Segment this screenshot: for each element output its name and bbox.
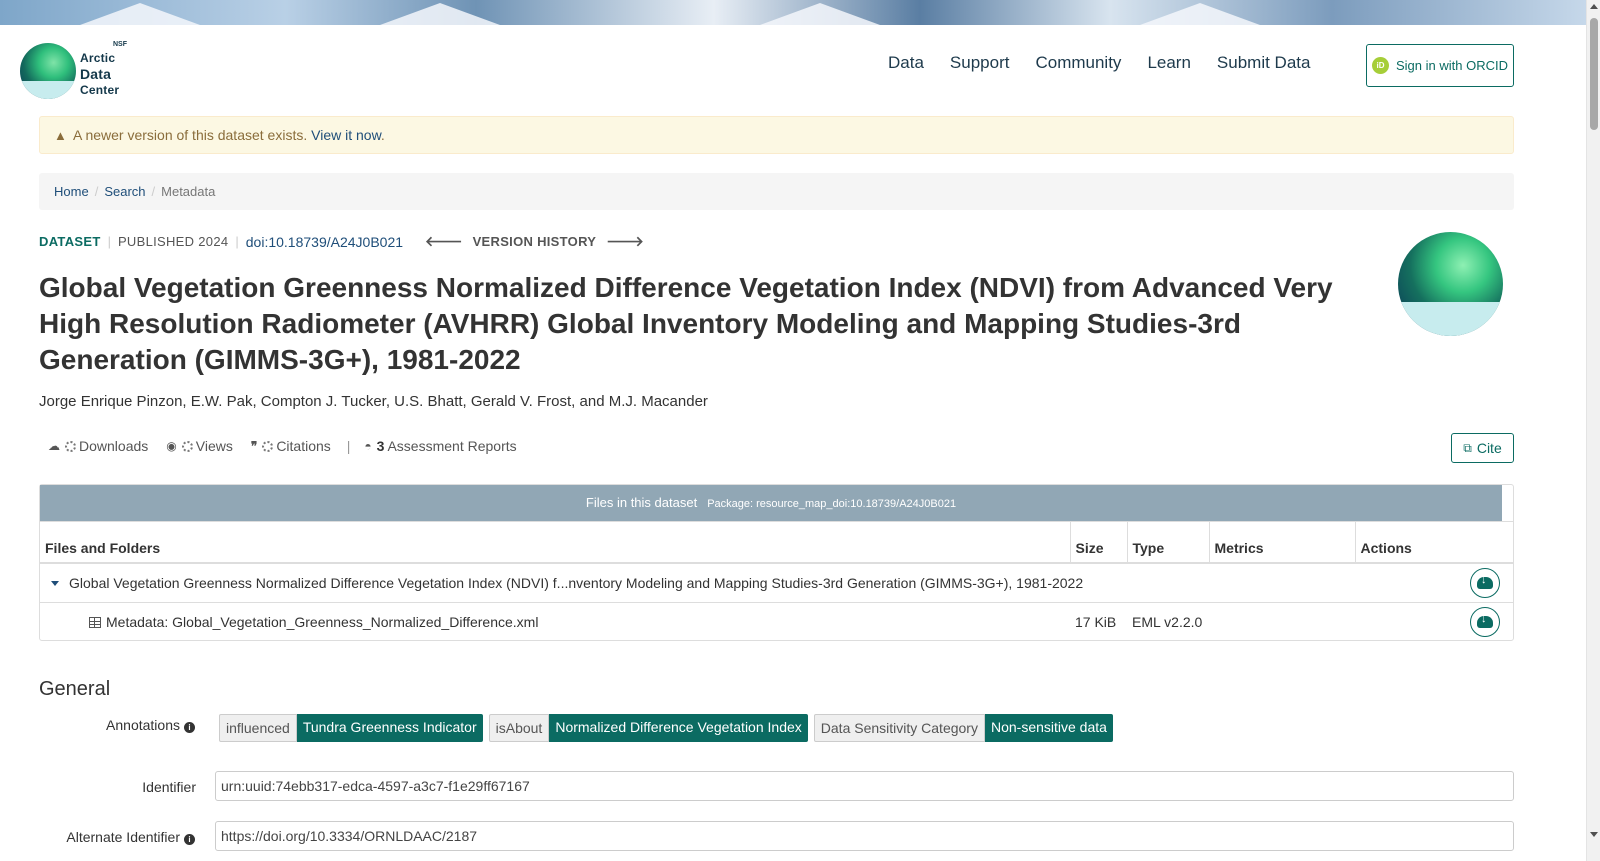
download-file-button[interactable] [1470,606,1500,637]
table-row[interactable]: Global Vegetation Greenness Normalized D… [40,562,1513,602]
nav-support[interactable]: Support [950,53,1010,73]
next-version-arrow-icon[interactable]: 🡒 [606,233,644,250]
assessment-reports-metric[interactable]: ◓ 3 Assessment Reports [364,438,516,454]
logo-emblem-icon [20,43,76,99]
site-header: NSF Arctic Data Center Data Support Comm… [0,25,1586,113]
doi-link[interactable]: doi:10.18739/A24J0B021 [246,234,403,250]
info-icon[interactable]: i [184,722,195,733]
file-size: 17 KiB [1070,601,1127,641]
header-banner-image [0,0,1586,25]
annotation-tag[interactable]: influenced Tundra Greenness Indicator [219,714,483,742]
nav-submit-data[interactable]: Submit Data [1217,53,1311,73]
column-header-type[interactable]: Type [1126,521,1209,564]
annotations-list: influenced Tundra Greenness Indicator is… [219,714,1113,742]
breadcrumb-current: Metadata [161,184,216,199]
breadcrumb-search[interactable]: Search [104,184,145,199]
identifier-field[interactable]: urn:uuid:74ebb317-edca-4597-a3c7-f1e29ff… [215,771,1514,801]
table-row[interactable]: Metadata: Global_Vegetation_Greenness_No… [40,601,1513,641]
column-header-size[interactable]: Size [1069,521,1127,564]
alert-text: A newer version of this dataset exists. [73,127,308,143]
published-label: PUBLISHED 2024 [117,234,229,249]
dataset-type-label: DATASET [39,234,101,249]
sign-in-label: Sign in with ORCID [1396,58,1508,73]
loading-spinner-icon [181,440,193,452]
files-table-panel: Files in this dataset Package: resource_m… [39,484,1514,641]
views-metric[interactable]: ◉ Views [166,438,233,454]
annotation-tag[interactable]: isAbout Normalized Difference Vegetation… [488,714,808,742]
newer-version-alert: ▲ A newer version of this dataset exists… [39,116,1514,154]
alternate-identifier-label: Alternate Identifier i [40,829,195,845]
column-header-actions: Actions [1354,521,1513,564]
scroll-down-icon[interactable] [1590,832,1598,837]
dataset-authors: Jorge Enrique Pinzon, E.W. Pak, Compton … [39,393,708,410]
eye-icon: ◉ [166,439,177,453]
logo-nsf-text: NSF [113,41,127,48]
annotation-tag[interactable]: Data Sensitivity Category Non-sensitive … [813,714,1113,742]
sign-in-orcid-button[interactable]: iD Sign in with ORCID [1366,44,1514,87]
expand-caret-icon[interactable] [51,580,59,586]
files-table-header: Files in this dataset Package: resource_m… [40,485,1502,521]
download-package-button[interactable] [1470,567,1500,598]
citations-metric[interactable]: ❞ Citations [251,438,331,454]
annotations-label: Annotations i [60,717,195,733]
nav-learn[interactable]: Learn [1147,53,1190,73]
loading-spinner-icon [65,440,76,452]
scrollbar-thumb[interactable] [1590,18,1598,130]
table-icon [89,616,101,628]
cloud-download-icon [1477,574,1493,589]
downloads-metric[interactable]: ☁ Downloads [48,438,148,454]
column-header-files[interactable]: Files and Folders [40,521,1070,564]
info-icon[interactable]: i [184,834,195,845]
metrics-bar: ☁ Downloads ◉ Views ❞ Citations | ◓ 3 As… [48,438,517,454]
main-nav: Data Support Community Learn Submit Data [888,53,1336,73]
warning-icon: ▲ [54,128,67,143]
loading-spinner-icon [262,440,274,452]
dataset-title: Global Vegetation Greenness Normalized D… [39,272,1333,375]
quote-icon: ❞ [250,439,258,453]
dashboard-icon: ◓ [364,439,372,453]
section-heading-general: General [39,678,111,700]
column-header-metrics[interactable]: Metrics [1208,521,1355,564]
logo-text: Arctic Data Center [80,51,120,97]
identifier-label: Identifier [142,779,196,795]
breadcrumb-home[interactable]: Home [54,184,89,199]
view-newer-version-link[interactable]: View it now [311,127,381,143]
orcid-icon: iD [1372,57,1389,74]
version-history-link[interactable]: VERSION HISTORY [473,234,597,249]
file-type: EML v2.2.0 [1127,601,1209,641]
copy-icon: ⧉ [1463,440,1472,455]
nav-data[interactable]: Data [888,53,924,73]
breadcrumb: Home / Search / Metadata [39,173,1514,210]
dataset-repository-logo [1398,232,1503,336]
file-metrics [1209,601,1355,641]
scroll-up-icon[interactable] [1590,4,1598,9]
arctic-data-center-logo[interactable]: NSF Arctic Data Center [20,41,132,101]
package-name: Global Vegetation Greenness Normalized D… [69,574,1084,591]
cloud-download-icon [1477,613,1493,628]
previous-version-arrow-icon[interactable]: 🡐 [425,233,463,250]
file-name[interactable]: Metadata: Global_Vegetation_Greenness_No… [106,614,538,630]
nav-community[interactable]: Community [1035,53,1121,73]
cite-button[interactable]: ⧉ Cite [1451,433,1514,463]
alternate-identifier-field[interactable]: https://doi.org/10.3334/ORNLDAAC/2187 [215,821,1514,851]
page-scrollbar[interactable] [1586,0,1600,861]
package-id: Package: resource_map_doi:10.18739/A24J0… [707,498,957,510]
dataset-meta-line: DATASET | PUBLISHED 2024 | doi:10.18739/… [39,233,644,250]
cloud-download-icon: ☁ [48,439,60,453]
files-table: Files and Folders Size Type Metrics Acti… [40,521,1513,641]
